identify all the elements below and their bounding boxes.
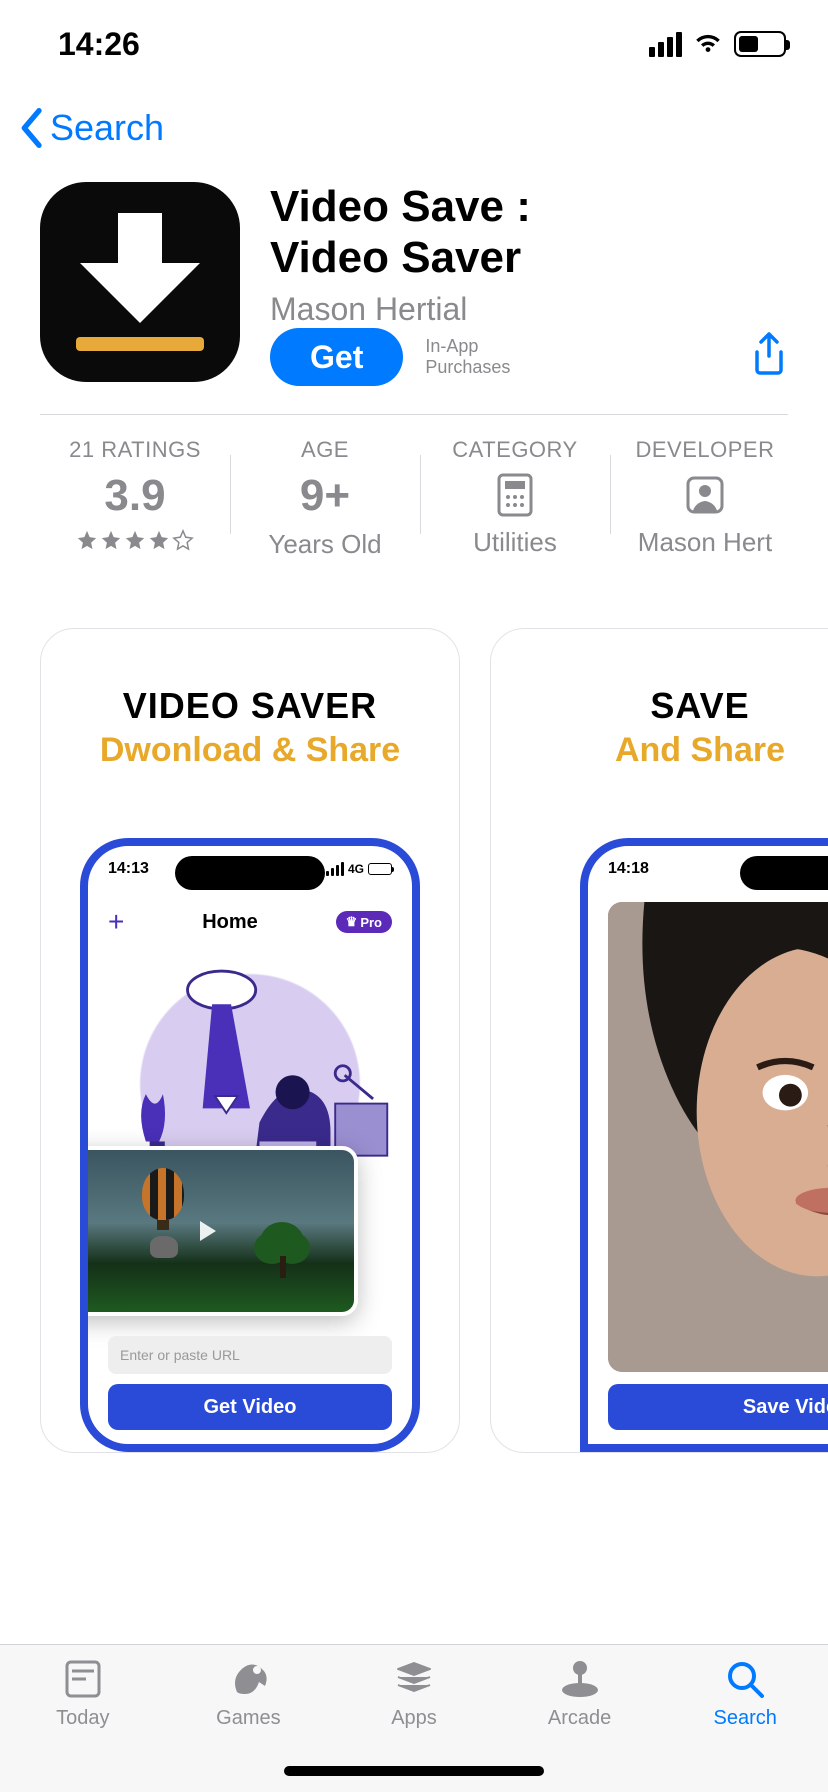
info-developer[interactable]: DEVELOPER Mason Hert [610,437,800,560]
get-button[interactable]: Get [270,328,403,386]
share-button[interactable] [750,332,788,383]
search-icon [724,1657,766,1701]
screenshot-1[interactable]: VIDEO SAVER Dwonload & Share 14:13 4G + … [40,628,460,1453]
save-video-button: Save Vide [608,1384,828,1430]
arcade-icon [558,1657,602,1701]
wifi-icon [692,32,724,56]
app-title: Video Save : Video Saver [270,182,788,283]
pro-badge: ♛ Pro [336,911,392,933]
screenshots[interactable]: VIDEO SAVER Dwonload & Share 14:13 4G + … [0,588,828,1453]
today-icon [64,1657,102,1701]
app-header: Video Save : Video Saver Mason Hertial G… [0,168,828,414]
video-thumbnail [80,1146,358,1316]
apps-icon [393,1657,435,1701]
info-strip[interactable]: 21 RATINGS 3.9 AGE 9+ Years Old CATEGORY… [0,415,828,588]
tab-bar: Today Games Apps Arcade Search [0,1644,828,1792]
url-input: Enter or paste URL [108,1336,392,1374]
home-indicator [284,1766,544,1776]
phone-mock-1: 14:13 4G + Home ♛ Pro [80,838,420,1452]
info-category[interactable]: CATEGORY Utilities [420,437,610,560]
iap-label: In-App Purchases [425,336,510,379]
developer-icon [685,471,725,519]
status-bar: 14:26 [0,0,828,88]
app-icon [40,182,240,382]
info-ratings[interactable]: 21 RATINGS 3.9 [40,437,230,560]
rating-stars [76,529,194,551]
download-arrow-icon [80,213,200,323]
nav-bar: Search [0,88,828,168]
battery-icon [734,31,786,57]
tab-today[interactable]: Today [0,1657,166,1792]
games-icon [227,1657,269,1701]
category-icon [497,471,533,519]
share-icon [750,332,788,378]
status-time: 14:26 [58,26,140,63]
back-button[interactable]: Search [18,107,164,149]
chevron-left-icon [18,108,44,148]
back-label: Search [50,107,164,149]
cellular-icon [649,32,682,57]
phone-mock-2: 14:18 Save [580,838,828,1452]
plus-icon: + [108,906,124,938]
screenshot-2[interactable]: SAVE And Share 14:18 [490,628,828,1453]
play-icon [200,1221,216,1241]
status-indicators [649,31,786,57]
tab-search[interactable]: Search [662,1657,828,1792]
illustration [108,946,392,1176]
get-video-button: Get Video [108,1384,392,1430]
info-age[interactable]: AGE 9+ Years Old [230,437,420,560]
video-preview [608,902,828,1372]
app-subtitle: Mason Hertial [270,291,788,328]
